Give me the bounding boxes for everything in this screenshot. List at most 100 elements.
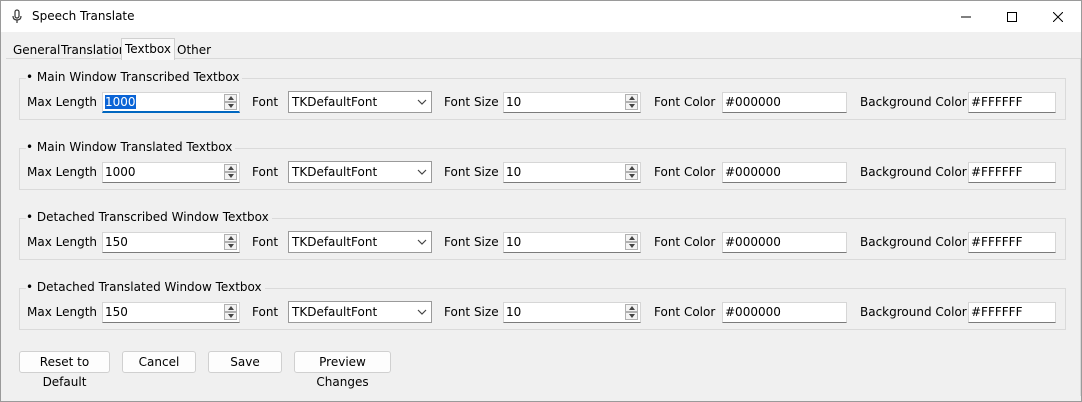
font-combobox[interactable]: TKDefaultFont (288, 231, 432, 253)
spin-down-icon[interactable] (625, 102, 638, 110)
background-color-value: #FFFFFF (971, 235, 1023, 249)
chevron-down-icon (417, 99, 427, 105)
max-length-value: 150 (105, 235, 128, 249)
font-size-label: Font Size (444, 95, 499, 109)
spin-up-icon[interactable] (224, 234, 237, 242)
spin-up-icon[interactable] (625, 234, 638, 242)
tab-textbox[interactable]: Textbox (121, 38, 175, 60)
font-size-spinbox[interactable]: 10 (503, 232, 641, 253)
tab-other[interactable]: Other (174, 41, 214, 59)
font-color-label: Font Color (654, 95, 716, 109)
close-button[interactable] (1035, 1, 1081, 32)
background-color-label: Background Color (860, 95, 967, 109)
font-color-value: #000000 (725, 305, 781, 319)
minimize-icon (961, 16, 971, 17)
font-size-spinbox[interactable]: 10 (503, 302, 641, 323)
font-value: TKDefaultFont (292, 305, 378, 319)
font-label: Font (252, 95, 279, 109)
group-title: • Detached Transcribed Window Textbox (26, 210, 272, 224)
font-size-value: 10 (506, 305, 522, 319)
font-color-input[interactable]: #000000 (722, 162, 847, 183)
max-length-value: 1000 (105, 95, 136, 109)
cancel-button[interactable]: Cancel (122, 351, 196, 373)
spin-up-icon[interactable] (625, 94, 638, 102)
font-color-value: #000000 (725, 235, 781, 249)
spin-up-icon[interactable] (224, 164, 237, 172)
background-color-value: #FFFFFF (971, 95, 1023, 109)
font-combobox[interactable]: TKDefaultFont (288, 161, 432, 183)
tab-translation[interactable]: Translation (58, 41, 129, 59)
max-length-spinbox[interactable]: 150 (102, 232, 240, 253)
font-value: TKDefaultFont (292, 235, 378, 249)
max-length-spinbox[interactable]: 150 (102, 302, 240, 323)
font-color-input[interactable]: #000000 (722, 92, 847, 113)
spin-down-icon[interactable] (224, 172, 237, 180)
font-size-value: 10 (506, 95, 522, 109)
save-button[interactable]: Save (208, 351, 282, 373)
chevron-down-icon (417, 239, 427, 245)
reset-to-default-button[interactable]: Reset to Default (19, 351, 110, 389)
background-color-label: Background Color (860, 235, 967, 249)
max-length-value: 1000 (105, 165, 136, 179)
max-length-label: Max Length (27, 235, 98, 249)
font-size-spinbox[interactable]: 10 (503, 92, 641, 113)
max-length-label: Max Length (27, 95, 98, 109)
maximize-icon (1007, 11, 1017, 22)
max-length-label: Max Length (27, 165, 98, 179)
font-label: Font (252, 165, 279, 179)
window-title: Speech Translate (32, 9, 135, 23)
font-size-label: Font Size (444, 165, 499, 179)
font-color-value: #000000 (725, 165, 781, 179)
background-color-input[interactable]: #FFFFFF (968, 232, 1056, 253)
background-color-input[interactable]: #FFFFFF (968, 302, 1056, 323)
tab-general[interactable]: General (10, 41, 63, 59)
group-title: • Main Window Translated Textbox (26, 140, 236, 154)
max-length-value: 150 (105, 305, 128, 319)
background-color-label: Background Color (860, 305, 967, 319)
spin-down-icon[interactable] (224, 102, 237, 110)
background-color-label: Background Color (860, 165, 967, 179)
microphone-icon (12, 9, 22, 23)
font-label: Font (252, 305, 279, 319)
background-color-value: #FFFFFF (971, 305, 1023, 319)
maximize-button[interactable] (989, 1, 1035, 32)
spin-down-icon[interactable] (625, 312, 638, 320)
font-color-value: #000000 (725, 95, 781, 109)
group-title: • Detached Translated Window Textbox (26, 280, 265, 294)
minimize-button[interactable] (943, 1, 989, 32)
font-color-input[interactable]: #000000 (722, 302, 847, 323)
spin-up-icon[interactable] (224, 304, 237, 312)
font-combobox[interactable]: TKDefaultFont (288, 301, 432, 323)
font-color-input[interactable]: #000000 (722, 232, 847, 253)
spin-up-icon[interactable] (625, 304, 638, 312)
font-size-value: 10 (506, 165, 522, 179)
font-color-label: Font Color (654, 165, 716, 179)
font-size-spinbox[interactable]: 10 (503, 162, 641, 183)
spin-down-icon[interactable] (625, 242, 638, 250)
font-size-label: Font Size (444, 305, 499, 319)
font-color-label: Font Color (654, 305, 716, 319)
max-length-spinbox[interactable]: 1000 (102, 92, 240, 113)
background-color-input[interactable]: #FFFFFF (968, 162, 1056, 183)
spin-down-icon[interactable] (625, 172, 638, 180)
spin-down-icon[interactable] (224, 312, 237, 320)
background-color-input[interactable]: #FFFFFF (968, 92, 1056, 113)
font-size-label: Font Size (444, 235, 499, 249)
font-value: TKDefaultFont (292, 95, 378, 109)
app-window: Speech Translate General Translation Tex… (0, 0, 1082, 402)
spin-up-icon[interactable] (625, 164, 638, 172)
preview-changes-button[interactable]: Preview Changes (294, 351, 391, 389)
close-icon (1053, 11, 1063, 22)
title-bar[interactable]: Speech Translate (1, 1, 1081, 32)
font-value: TKDefaultFont (292, 165, 378, 179)
spin-down-icon[interactable] (224, 242, 237, 250)
chevron-down-icon (417, 309, 427, 315)
group-title: • Main Window Transcribed Textbox (26, 70, 243, 84)
font-combobox[interactable]: TKDefaultFont (288, 91, 432, 113)
tab-bar: General Translation Textbox Other (1, 32, 1081, 60)
spin-up-icon[interactable] (224, 94, 237, 102)
max-length-spinbox[interactable]: 1000 (102, 162, 240, 183)
font-size-value: 10 (506, 235, 522, 249)
background-color-value: #FFFFFF (971, 165, 1023, 179)
font-color-label: Font Color (654, 235, 716, 249)
